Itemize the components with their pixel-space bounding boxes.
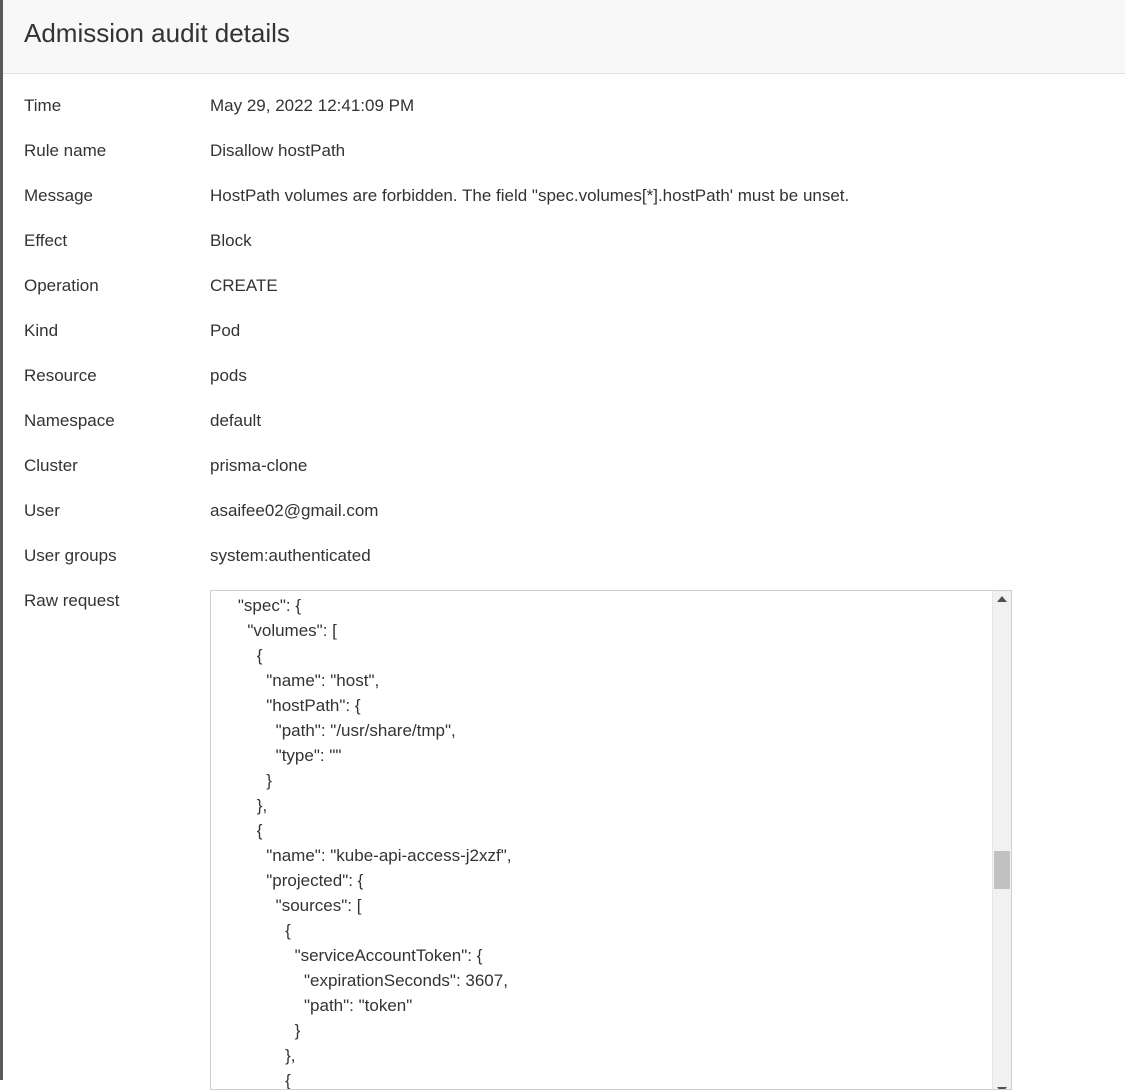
detail-value: Disallow hostPath — [210, 141, 346, 160]
detail-value: Pod — [210, 321, 241, 340]
detail-row-user-groups: User groups system:authenticated — [24, 544, 849, 589]
detail-row-resource: Resource pods — [24, 364, 849, 409]
detail-label: Message — [24, 186, 93, 205]
detail-row-rule-name: Rule name Disallow hostPath — [24, 139, 849, 184]
detail-row-effect: Effect Block — [24, 229, 849, 274]
detail-label: Time — [24, 96, 62, 115]
modal-title: Admission audit details — [24, 18, 290, 48]
detail-value: May 29, 2022 12:41:09 PM — [210, 96, 415, 115]
detail-label: User — [24, 501, 60, 520]
detail-row-user: User asaifee02@gmail.com — [24, 499, 849, 544]
detail-row-message: Message HostPath volumes are forbidden. … — [24, 184, 849, 229]
detail-row-kind: Kind Pod — [24, 319, 849, 364]
detail-label: Kind — [24, 321, 59, 340]
raw-request-label: Raw request — [24, 591, 120, 610]
scroll-up-arrow-icon[interactable] — [997, 596, 1007, 602]
raw-request-content: "spec": { "volumes": [ { "name": "host",… — [237, 596, 512, 1090]
modal-header: Admission audit details — [3, 0, 1125, 74]
detail-label: Effect — [24, 231, 68, 250]
detail-row-namespace: Namespace default — [24, 409, 849, 454]
detail-label: User groups — [24, 546, 117, 565]
raw-request-scrollbar[interactable] — [992, 591, 1011, 1089]
detail-label: Resource — [24, 366, 97, 385]
detail-row-time: Time May 29, 2022 12:41:09 PM — [24, 94, 849, 139]
detail-value: CREATE — [210, 276, 278, 295]
detail-label: Cluster — [24, 456, 78, 475]
detail-value: system:authenticated — [210, 546, 371, 565]
detail-value: default — [210, 411, 262, 430]
detail-value: asaifee02@gmail.com — [210, 501, 379, 520]
detail-label: Operation — [24, 276, 99, 295]
details-list: Time May 29, 2022 12:41:09 PM Rule name … — [24, 94, 849, 613]
detail-value: Block — [210, 231, 252, 250]
detail-label: Namespace — [24, 411, 115, 430]
detail-value: pods — [210, 366, 247, 385]
raw-request-textarea[interactable]: "spec": { "volumes": [ { "name": "host",… — [210, 590, 1012, 1090]
detail-value: HostPath volumes are forbidden. The fiel… — [210, 186, 850, 205]
scroll-thumb[interactable] — [994, 851, 1010, 889]
detail-row-cluster: Cluster prisma-clone — [24, 454, 849, 499]
admission-audit-modal: Admission audit details Time May 29, 202… — [3, 0, 1125, 1090]
detail-label: Rule name — [24, 141, 107, 160]
detail-value: prisma-clone — [210, 456, 308, 475]
detail-row-operation: Operation CREATE — [24, 274, 849, 319]
